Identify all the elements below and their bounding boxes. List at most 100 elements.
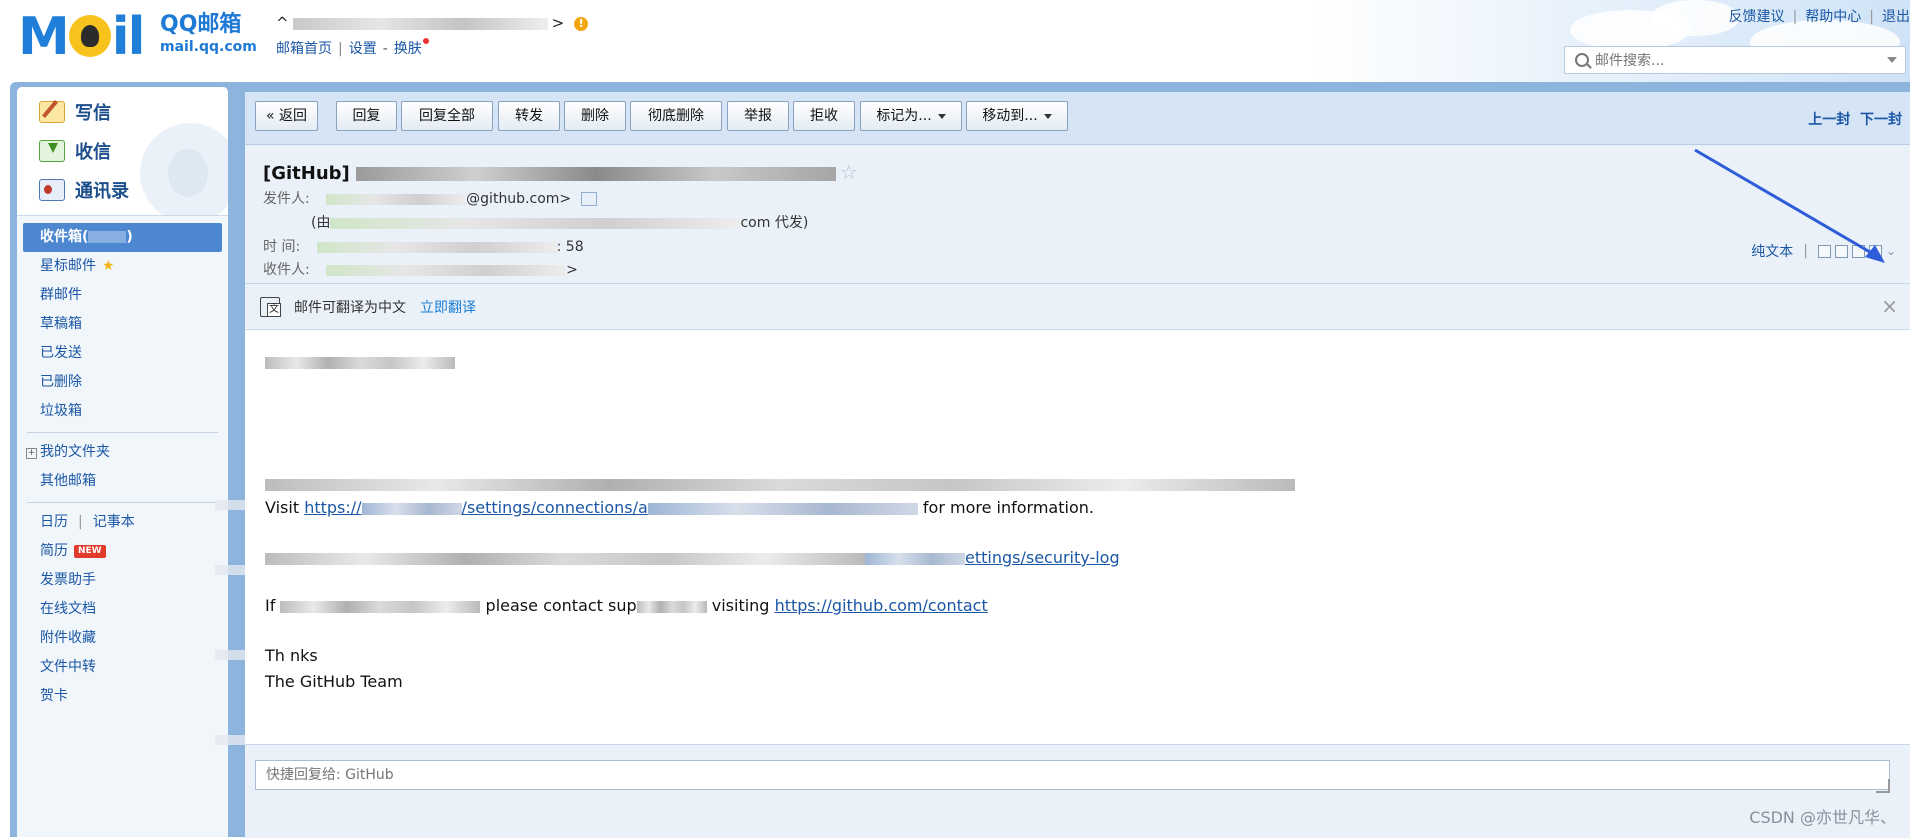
redacted-text bbox=[265, 478, 1295, 491]
watermark: CSDN @亦世凡华、 bbox=[1749, 808, 1896, 827]
sidebar-item-resume[interactable]: 简历 NEW bbox=[17, 537, 228, 566]
close-icon[interactable]: × bbox=[1881, 294, 1898, 318]
sidebar-item-invoice[interactable]: 发票助手 bbox=[17, 566, 228, 595]
reject-button[interactable]: 拒收 bbox=[793, 101, 855, 131]
quick-reply-bar: CSDN @亦世凡华、 bbox=[245, 744, 1910, 838]
address-book-icon bbox=[39, 179, 65, 201]
sidebar-item-inbox[interactable]: 收件箱() bbox=[23, 223, 222, 252]
body-line-contact: If please contact sup visiting https://g… bbox=[265, 596, 988, 615]
sidebar-item-deleted[interactable]: 已删除 bbox=[17, 368, 228, 397]
sidebar: 写信 收信 通讯录 收件箱() 星标邮件 ★ 群邮件 草稿箱 已发送 已删除 垃圾… bbox=[17, 87, 228, 837]
body-line-team: The GitHub Team bbox=[265, 672, 403, 691]
redacted-time bbox=[316, 241, 557, 253]
security-log-link[interactable]: ettings/security-log bbox=[865, 548, 1120, 567]
compose-icon bbox=[39, 101, 65, 123]
link-change-skin[interactable]: 换肤 bbox=[394, 41, 422, 57]
compose-button[interactable]: 写信 bbox=[39, 97, 111, 127]
recipient-row: 收件人: > bbox=[263, 262, 578, 278]
mail-view: « 返回 回复 回复全部 转发 删除 彻底删除 举报 拒收 标记为... 移动到… bbox=[245, 92, 1910, 838]
account-links: 邮箱首页 | 设置 - 换肤 bbox=[276, 38, 429, 58]
prev-mail-link[interactable]: 上一封 bbox=[1808, 112, 1850, 128]
time-row: 时 间: : 58 bbox=[263, 239, 584, 255]
contact-link[interactable]: https://github.com/contact bbox=[775, 596, 988, 615]
search-input[interactable] bbox=[1593, 50, 1877, 72]
redacted-text bbox=[636, 600, 707, 613]
translate-now-link[interactable]: 立即翻译 bbox=[420, 300, 476, 316]
reply-button[interactable]: 回复 bbox=[336, 101, 397, 131]
redacted-count bbox=[88, 231, 127, 243]
move-to-dropdown[interactable]: 移动到... bbox=[966, 101, 1068, 131]
mark-as-dropdown[interactable]: 标记为... bbox=[860, 101, 962, 131]
logo-brand: QQ邮箱 mail.qq.com bbox=[160, 13, 257, 57]
receive-button[interactable]: 收信 bbox=[39, 136, 111, 166]
sidebar-item-starred[interactable]: 星标邮件 ★ bbox=[17, 252, 228, 281]
greeting-line bbox=[265, 352, 455, 371]
forward-button[interactable]: 转发 bbox=[498, 101, 560, 131]
next-mail-link[interactable]: 下一封 bbox=[1860, 112, 1902, 128]
delete-button[interactable]: 删除 bbox=[564, 101, 626, 131]
inbox-download-icon bbox=[39, 140, 65, 162]
search-icon bbox=[1575, 53, 1589, 67]
quick-actions: 写信 收信 通讯录 bbox=[17, 87, 228, 216]
star-outline-icon[interactable]: ☆ bbox=[840, 160, 858, 184]
sidebar-item-cards[interactable]: 贺卡 bbox=[17, 682, 228, 711]
redacted-sender bbox=[326, 193, 467, 205]
body-line-1 bbox=[265, 474, 1295, 493]
reply-all-button[interactable]: 回复全部 bbox=[401, 101, 493, 131]
divider bbox=[27, 432, 218, 433]
brand-domain: mail.qq.com bbox=[160, 39, 257, 55]
resize-handle-icon[interactable] bbox=[1876, 779, 1890, 793]
sidebar-item-online-docs[interactable]: 在线文档 bbox=[17, 595, 228, 624]
sidebar-item-spam[interactable]: 垃圾箱 bbox=[17, 397, 228, 426]
mail-header: [GitHub] ☆ 发件人: @github.com> (由 com 代发) 时 … bbox=[245, 145, 1910, 284]
link-logout[interactable]: 退出 bbox=[1882, 9, 1910, 25]
warning-icon[interactable]: ! bbox=[574, 16, 589, 31]
translate-icon bbox=[260, 297, 281, 317]
sidebar-item-my-folders[interactable]: + 我的文件夹 bbox=[17, 438, 228, 467]
contacts-button[interactable]: 通讯录 bbox=[39, 175, 129, 205]
redacted-via bbox=[330, 217, 741, 229]
star-icon: ★ bbox=[102, 258, 115, 274]
sidebar-item-group-mail[interactable]: 群邮件 bbox=[17, 281, 228, 310]
top-links: 反馈建议 | 帮助中心 | 退出 bbox=[1728, 9, 1910, 25]
back-button[interactable]: « 返回 bbox=[255, 101, 318, 131]
body-line-security: ettings/security-log bbox=[265, 548, 1120, 567]
sidebar-item-notes[interactable]: 记事本 bbox=[93, 514, 135, 530]
qq-mail-logo[interactable]: Mil bbox=[18, 7, 145, 67]
mail-subject: [GitHub] ☆ bbox=[263, 160, 858, 184]
expand-plus-icon[interactable]: + bbox=[26, 448, 37, 459]
redacted-subject bbox=[355, 167, 836, 181]
sender-via-row: (由 com 代发) bbox=[311, 215, 809, 231]
delete-forever-button[interactable]: 彻底删除 bbox=[630, 101, 722, 131]
translate-notice: 邮件可翻译为中文 立即翻译 bbox=[294, 300, 476, 316]
quick-reply-input[interactable] bbox=[255, 760, 1890, 790]
sidebar-item-drafts[interactable]: 草稿箱 bbox=[17, 310, 228, 339]
sidebar-item-file-transfer[interactable]: 文件中转 bbox=[17, 653, 228, 682]
annotation-arrow bbox=[1694, 148, 1885, 263]
redacted-recipient bbox=[326, 264, 567, 276]
sidebar-item-attachments[interactable]: 附件收藏 bbox=[17, 624, 228, 653]
link-mail-home[interactable]: 邮箱首页 bbox=[276, 41, 332, 57]
redacted-text bbox=[280, 600, 481, 613]
link-settings[interactable]: 设置 bbox=[349, 41, 377, 57]
mail-search[interactable] bbox=[1564, 46, 1906, 74]
translate-bar: 邮件可翻译为中文立即翻译 × bbox=[245, 284, 1910, 330]
link-feedback[interactable]: 反馈建议 bbox=[1729, 9, 1785, 25]
top-header: Mil QQ邮箱 mail.qq.com ^ >! 邮箱首页 | 设置 - 换肤 反馈建议… bbox=[0, 0, 1910, 84]
brand-name: QQ邮箱 bbox=[160, 12, 242, 37]
sidebar-item-sent[interactable]: 已发送 bbox=[17, 339, 228, 368]
chevron-down-icon bbox=[1043, 113, 1052, 119]
chevron-down-icon bbox=[937, 113, 946, 119]
report-button[interactable]: 举报 bbox=[727, 101, 789, 131]
logo-word: Mil bbox=[18, 7, 145, 67]
divider bbox=[27, 502, 218, 503]
sidebar-item-other-mailbox[interactable]: 其他邮箱 bbox=[17, 467, 228, 496]
redacted-account bbox=[292, 17, 548, 30]
mail-pager: 上一封 下一封 bbox=[1808, 109, 1902, 129]
chevron-down-icon[interactable] bbox=[1887, 57, 1897, 63]
link-help[interactable]: 帮助中心 bbox=[1805, 9, 1861, 25]
contact-card-icon[interactable] bbox=[581, 192, 598, 206]
sidebar-item-calendar[interactable]: 日历 bbox=[40, 514, 68, 530]
connections-link[interactable]: https:///settings/connections/a bbox=[304, 498, 918, 517]
folder-list: 收件箱() 星标邮件 ★ 群邮件 草稿箱 已发送 已删除 垃圾箱 + 我的文件夹 其… bbox=[17, 223, 228, 711]
